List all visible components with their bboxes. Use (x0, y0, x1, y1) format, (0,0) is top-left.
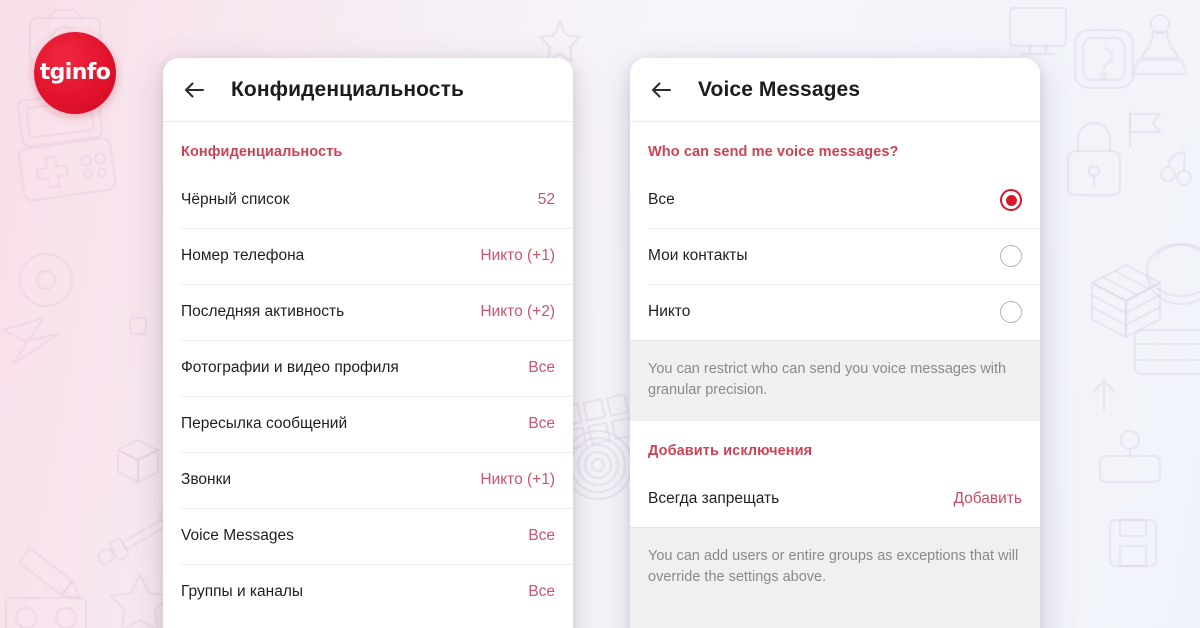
privacy-section: Конфиденциальность Чёрный список 52 Номе… (163, 122, 573, 620)
section-header-exceptions: Добавить исключения (648, 443, 813, 460)
option-label: Все (648, 191, 675, 208)
row-calls[interactable]: Звонки Никто (+1) (163, 452, 573, 508)
row-label: Всегда запрещать (648, 490, 780, 508)
radio-button-icon[interactable] (1000, 245, 1022, 267)
tginfo-logo: tginfo (34, 32, 116, 114)
row-label: Voice Messages (181, 527, 294, 544)
back-arrow-icon[interactable] (648, 77, 674, 103)
back-arrow-icon[interactable] (181, 77, 207, 103)
radio-button-selected-icon[interactable] (1000, 189, 1022, 211)
voice-messages-screen: Voice Messages Who can send me voice mes… (630, 58, 1040, 628)
row-label: Фотографии и видео профиля (181, 359, 399, 376)
option-my-contacts[interactable]: Мои контакты (630, 228, 1040, 284)
row-blocked-users[interactable]: Чёрный список 52 (163, 172, 573, 228)
row-never-allow[interactable]: Всегда запрещать Добавить (630, 471, 1040, 528)
row-value: Все (528, 527, 555, 544)
row-profile-photos[interactable]: Фотографии и видео профиля Все (163, 340, 573, 396)
privacy-settings-screen: Конфиденциальность Конфиденциальность Чё… (163, 58, 573, 628)
option-label: Никто (648, 303, 691, 320)
hint-restrict-voice-messages: You can restrict who can send you voice … (630, 340, 1040, 422)
exceptions-section: Добавить исключения Всегда запрещать Доб… (630, 421, 1040, 528)
option-label: Мои контакты (648, 247, 748, 264)
row-value: 52 (537, 191, 555, 208)
row-phone-number[interactable]: Номер телефона Никто (+1) (163, 228, 573, 284)
row-label: Последняя активность (181, 303, 345, 320)
page-title: Voice Messages (698, 77, 861, 101)
row-label: Пересылка сообщений (181, 415, 348, 432)
row-value: Никто (+1) (480, 247, 555, 264)
add-exception-button[interactable]: Добавить (953, 490, 1022, 508)
row-last-seen[interactable]: Последняя активность Никто (+2) (163, 284, 573, 340)
row-label: Номер телефона (181, 247, 305, 264)
page-title: Конфиденциальность (231, 77, 464, 101)
who-can-send-section: Who can send me voice messages? Все Мои … (630, 122, 1040, 340)
row-value: Никто (+2) (480, 303, 555, 320)
section-header-who-can-send: Who can send me voice messages? (648, 144, 899, 160)
row-value: Все (528, 359, 555, 376)
hint-exceptions: You can add users or entire groups as ex… (630, 527, 1040, 628)
row-label: Группы и каналы (181, 583, 304, 600)
section-header-privacy: Конфиденциальность (181, 144, 343, 160)
row-label: Чёрный список (181, 191, 290, 208)
row-groups-and-channels[interactable]: Группы и каналы Все (163, 564, 573, 620)
row-value: Никто (+1) (480, 471, 555, 488)
row-forwarded-messages[interactable]: Пересылка сообщений Все (163, 396, 573, 452)
row-voice-messages[interactable]: Voice Messages Все (163, 508, 573, 564)
row-value: Все (528, 583, 555, 600)
logo-text: tginfo (39, 60, 111, 85)
row-label: Звонки (181, 471, 232, 488)
row-value: Все (528, 415, 555, 432)
right-appbar: Voice Messages (630, 58, 1040, 122)
radio-button-icon[interactable] (1000, 301, 1022, 323)
option-everybody[interactable]: Все (630, 172, 1040, 228)
left-appbar: Конфиденциальность (163, 58, 573, 122)
option-nobody[interactable]: Никто (630, 284, 1040, 340)
